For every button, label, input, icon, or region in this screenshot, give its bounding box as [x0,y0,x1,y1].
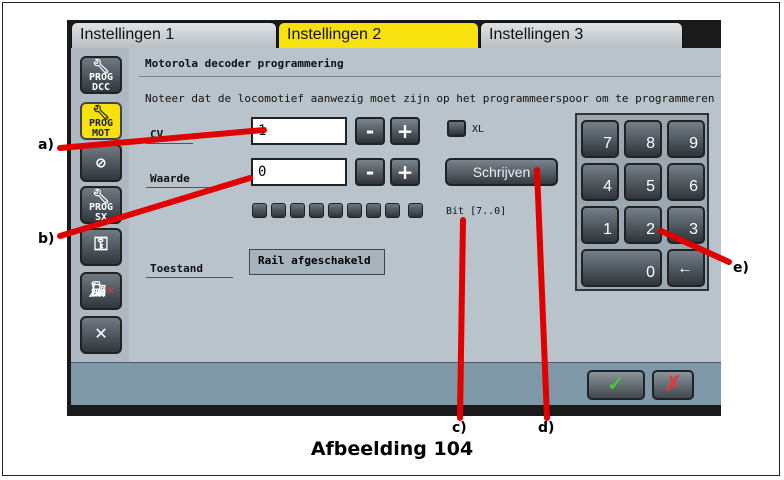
pointer-line-b [57,175,253,239]
pointer-label-c: c) [452,420,467,436]
pointer-label-e: e) [733,260,749,276]
pointer-label-a: a) [38,137,54,153]
pointer-line-c [457,217,466,421]
annotation-lines [57,127,732,421]
pointer-label-d: d) [538,420,555,436]
pointer-line-a [57,127,267,151]
pointer-line-e [658,228,732,265]
pointer-line-d [534,167,550,421]
figure-caption: Afbeelding 104 [310,438,474,460]
pointer-label-b: b) [38,231,55,247]
